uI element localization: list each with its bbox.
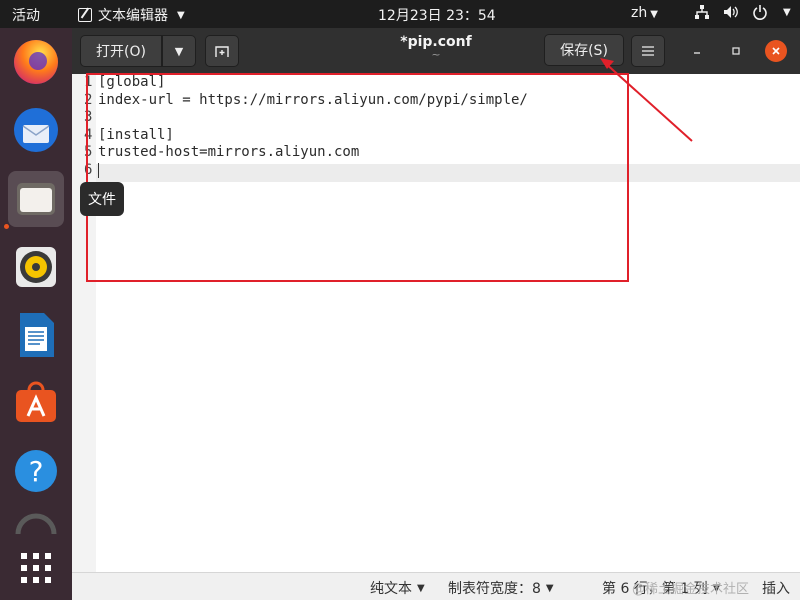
chevron-down-icon: ▼: [177, 9, 185, 21]
open-button[interactable]: 打开(O): [80, 35, 162, 67]
line-text: index-url = https://mirrors.aliyun.com/p…: [98, 91, 528, 108]
line-number: 3: [84, 109, 93, 126]
files-icon: [17, 183, 55, 215]
line-number: 1: [84, 74, 93, 90]
hamburger-icon: [642, 46, 654, 56]
power-icon: [753, 5, 767, 20]
text-view[interactable]: 1 [global] 2 index-url = https://mirrors.a…: [72, 74, 800, 600]
chevron-down-icon: ▼: [545, 582, 554, 594]
chevron-down-icon: ▼: [174, 44, 184, 58]
firefox-icon: [14, 40, 58, 84]
chevron-down-icon: ▼: [783, 6, 791, 18]
text-cursor: [98, 162, 99, 178]
line-number: 6: [84, 161, 93, 178]
rhythmbox-icon: [16, 247, 56, 287]
insert-mode-label: 插入: [762, 581, 790, 597]
text-editor-icon: [78, 8, 92, 22]
desktop: 活动 文本编辑器 ▼ 12月23日 23：54 zh ▼ ▼ ? 文件 打开(O…: [0, 0, 800, 600]
chevron-down-icon: ▼: [650, 9, 658, 20]
save-button[interactable]: 保存(S): [544, 34, 624, 66]
input-method-menu[interactable]: zh ▼: [631, 5, 658, 21]
svg-text:?: ?: [29, 455, 44, 488]
writer-launcher[interactable]: [8, 307, 64, 363]
minimize-button[interactable]: [686, 40, 708, 62]
hamburger-menu-button[interactable]: [631, 35, 665, 67]
syntax-label: 纯文本: [370, 581, 412, 597]
show-apps-icon: [21, 553, 51, 583]
watermark: @稀土掘金技术社区: [632, 582, 750, 597]
line-number: 5: [84, 144, 93, 161]
code-area[interactable]: 1 [global] 2 index-url = https://mirrors.a…: [84, 74, 528, 180]
code-line: 3: [84, 109, 528, 127]
code-line: 4 [install]: [84, 127, 528, 145]
help-launcher[interactable]: ?: [8, 443, 64, 499]
window-title: *pip.conf ~: [386, 34, 486, 61]
restore-icon: [732, 47, 740, 55]
clock[interactable]: 12月23日 23：54: [378, 5, 496, 25]
minimize-icon: [694, 52, 700, 54]
firefox-launcher[interactable]: [8, 34, 64, 90]
code-line: 1 [global]: [84, 74, 528, 92]
maximize-button[interactable]: [725, 40, 747, 62]
app-menu[interactable]: 文本编辑器 ▼: [78, 5, 185, 25]
software-launcher[interactable]: [8, 375, 64, 431]
tab-width-label: 制表符宽度：8: [448, 581, 541, 597]
system-tray[interactable]: ▼: [694, 4, 791, 20]
line-number: 2: [84, 91, 93, 108]
text-editor-window: 打开(O) ▼ *pip.conf ~ 保存(S) 1 [global] 2 i…: [72, 28, 800, 600]
line-number: 4: [84, 126, 93, 143]
status-bar: 纯文本 ▼ 制表符宽度：8 ▼ 第 6 行，第 1 列 ▼ 插入 @稀土掘金技术社区: [72, 572, 800, 600]
libreoffice-writer-icon: [20, 313, 54, 357]
rhythmbox-launcher[interactable]: [8, 239, 64, 295]
more-app-icon: [15, 513, 57, 535]
code-line: 5 trusted-host=mirrors.aliyun.com: [84, 144, 528, 162]
syntax-selector[interactable]: 纯文本 ▼: [370, 578, 425, 598]
activities-button[interactable]: 活动: [12, 5, 40, 25]
dock: ?: [0, 28, 72, 600]
line-text: trusted-host=mirrors.aliyun.com: [98, 144, 360, 161]
insert-mode-indicator: 插入: [762, 578, 790, 598]
new-tab-icon: [215, 46, 229, 57]
running-indicator: [4, 224, 9, 229]
dock-tooltip: 文件: [80, 182, 124, 216]
tab-width-selector[interactable]: 制表符宽度：8 ▼: [448, 578, 554, 598]
new-tab-button[interactable]: [205, 35, 239, 67]
input-method-label: zh: [631, 5, 648, 21]
help-icon: ?: [15, 450, 57, 492]
top-panel: 活动 文本编辑器 ▼ 12月23日 23：54 zh ▼ ▼: [0, 0, 800, 28]
files-launcher[interactable]: [8, 171, 64, 227]
app-menu-label: 文本编辑器: [98, 8, 168, 24]
chevron-down-icon: ▼: [417, 582, 425, 594]
thunderbird-launcher[interactable]: [8, 102, 64, 158]
code-line: 6: [84, 162, 528, 180]
close-icon: [772, 47, 780, 55]
code-line: 2 index-url = https://mirrors.aliyun.com/…: [84, 92, 528, 110]
volume-icon: [724, 6, 738, 18]
thunderbird-icon: [14, 108, 58, 152]
software-center-icon: [16, 381, 56, 422]
network-icon: [695, 5, 709, 19]
headerbar: 打开(O) ▼ *pip.conf ~ 保存(S): [72, 28, 800, 74]
close-button[interactable]: [765, 40, 787, 62]
line-text: [global]: [98, 74, 166, 90]
open-recent-button[interactable]: ▼: [162, 35, 196, 67]
show-apps-button[interactable]: [8, 540, 64, 596]
line-text: [install]: [98, 126, 174, 143]
partial-launcher[interactable]: [8, 508, 64, 538]
